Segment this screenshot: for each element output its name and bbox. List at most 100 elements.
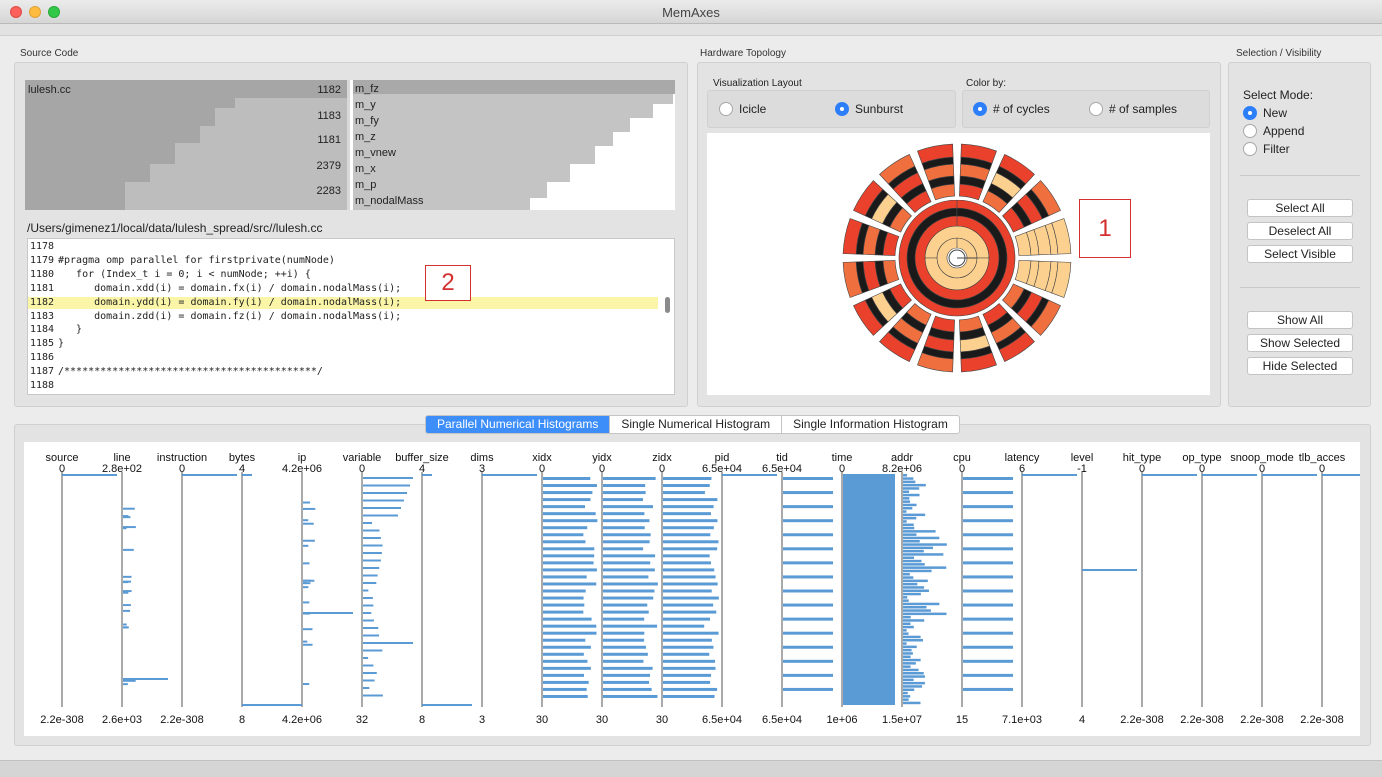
histogram-bar[interactable] [963,673,1013,677]
tab-single-numerical[interactable]: Single Numerical Histogram [610,416,783,433]
radio-cycles[interactable]: # of cycles [973,102,1050,116]
histogram-bar[interactable] [903,493,920,497]
histogram-bar[interactable] [543,491,593,495]
histogram-bar[interactable] [543,477,591,480]
histogram-bar[interactable] [783,477,833,480]
histogram-bar[interactable] [603,694,658,698]
histogram-bar[interactable] [783,533,833,537]
topology-view[interactable] [707,133,1210,395]
histogram-bar[interactable] [663,519,718,523]
histogram-bar[interactable] [903,497,910,500]
histogram-bar[interactable] [363,672,377,674]
histogram-bar[interactable] [303,582,311,585]
radio-mode-filter[interactable]: Filter [1243,142,1290,156]
histogram-bar[interactable] [663,540,719,544]
histogram-bar[interactable] [123,623,127,626]
histogram-bar[interactable] [663,505,714,509]
histogram-bar[interactable] [903,520,907,523]
histogram-bar[interactable] [363,694,383,697]
radio-icicle[interactable]: Icicle [719,102,766,116]
histogram-bar[interactable] [543,498,591,502]
histogram-bar[interactable] [663,596,719,600]
histogram-bar[interactable] [783,687,833,691]
histogram-bar[interactable] [903,602,940,606]
histogram-bar[interactable] [663,673,712,677]
histogram-bar[interactable] [903,599,909,602]
histogram-bar[interactable] [963,617,1013,621]
histogram-bar[interactable] [303,640,308,643]
histogram-bar[interactable] [963,575,1013,579]
histogram-bar[interactable] [663,568,715,572]
histogram-bar[interactable] [303,507,316,510]
histogram-bar[interactable] [543,680,589,684]
histogram-bar[interactable] [603,505,653,509]
histogram-bar[interactable] [543,617,592,621]
tree-variable[interactable]: m_y [355,99,376,111]
histogram-bar[interactable] [903,569,932,573]
histogram-bar[interactable] [663,680,711,684]
histogram-bar[interactable] [663,652,710,656]
histogram-bar[interactable] [903,503,917,507]
code-line[interactable]: 1179 #pragma omp parallel for firstprivat… [28,255,658,267]
histogram-bar[interactable] [363,634,380,637]
radio-sunburst[interactable]: Sunburst [835,102,903,116]
histogram-bar[interactable] [603,533,651,537]
histogram-bar[interactable] [903,612,947,616]
code-line[interactable]: 1186 [28,352,658,364]
histogram-bar[interactable] [422,704,472,706]
histogram-bar[interactable] [783,519,833,523]
code-line[interactable]: 1182 domain.ydd(i) = domain.fy(i) / doma… [28,296,658,309]
histogram-bar[interactable] [543,631,597,635]
histogram-bar[interactable] [663,694,715,698]
histogram-bar[interactable] [903,480,916,484]
histogram-bar[interactable] [363,679,375,682]
histogram-bar[interactable] [603,617,645,621]
histogram-bar[interactable] [543,540,586,544]
histogram-bar[interactable] [543,484,597,488]
histogram-bar[interactable] [903,635,921,639]
histogram-bar[interactable] [543,610,584,614]
histogram-bar[interactable] [903,549,924,553]
histogram-bar[interactable] [783,561,833,565]
histogram-bar[interactable] [963,631,1013,635]
tree-count[interactable]: 1182 [297,84,341,96]
histogram-bar[interactable] [663,610,717,614]
histogram-bar[interactable] [903,540,920,543]
histogram-bar[interactable] [783,491,833,495]
histogram-bar[interactable] [663,638,712,642]
histogram-bar[interactable] [903,530,936,533]
histogram-bar[interactable] [903,576,914,579]
histogram-bar[interactable] [663,547,718,551]
histogram-bar[interactable] [603,631,645,635]
histogram-bar[interactable] [543,589,586,593]
histogram-bar[interactable] [303,643,313,646]
show-selected-button[interactable]: Show Selected [1247,334,1353,352]
histogram-bar[interactable] [603,477,656,480]
histogram-bar[interactable] [363,522,373,524]
histogram-bar[interactable] [663,582,718,586]
histogram-bar[interactable] [903,688,915,692]
histogram-bar[interactable] [903,622,911,626]
histogram-bar[interactable] [903,658,921,662]
histogram-bar[interactable] [363,597,373,599]
histogram-bar[interactable] [663,659,716,663]
histogram-bar[interactable] [422,474,432,476]
histogram-bar[interactable] [303,628,313,631]
histogram-bar[interactable] [903,665,911,668]
histogram-bar[interactable] [903,675,925,678]
histogram-bar[interactable] [543,624,597,628]
histogram-bar[interactable] [903,536,940,540]
tree-count[interactable]: 2379 [297,160,341,172]
histogram-bar[interactable] [903,648,912,652]
histogram-bar[interactable] [663,498,718,502]
parallel-histograms-svg[interactable]: source02.2e-308line2.8e+022.6e+03instruc… [24,442,1377,736]
histogram-bar[interactable] [963,477,1013,480]
histogram-bar[interactable] [123,575,132,578]
histogram-bar[interactable] [603,680,650,684]
histogram-bar[interactable] [303,683,310,686]
histogram-bar[interactable] [363,477,413,479]
histogram-bar[interactable] [663,645,714,649]
histogram-bar[interactable] [903,619,925,622]
histogram-bar[interactable] [663,666,716,670]
histogram-bar[interactable] [303,501,311,504]
